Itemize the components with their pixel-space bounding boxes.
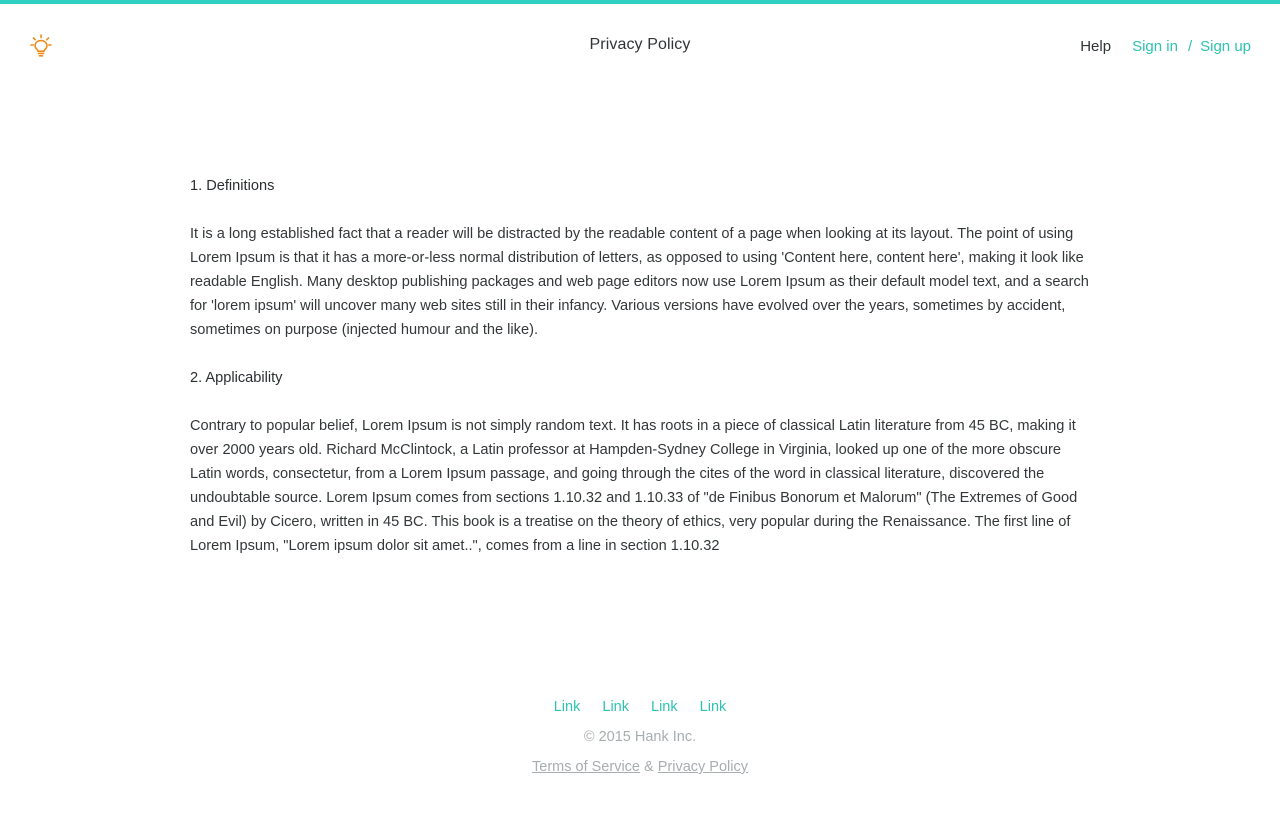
- help-link[interactable]: Help: [1080, 38, 1111, 55]
- section-body-definitions: It is a long established fact that a rea…: [190, 226, 1089, 338]
- terms-of-service-link[interactable]: Terms of Service: [532, 759, 640, 775]
- ampersand: &: [644, 759, 654, 775]
- sign-up-link[interactable]: Sign up: [1200, 38, 1251, 55]
- section-heading-definitions: 1. Definitions: [190, 178, 275, 194]
- privacy-policy-link[interactable]: Privacy Policy: [658, 759, 748, 775]
- footer-links: Link Link Link Link: [0, 696, 1280, 718]
- section-body-applicability: Contrary to popular belief, Lorem Ipsum …: [190, 418, 1078, 554]
- policy-content: 1. Definitions It is a long established …: [190, 174, 1095, 582]
- footer-link-3[interactable]: Link: [651, 699, 678, 715]
- footer-link-1[interactable]: Link: [554, 699, 581, 715]
- sign-in-link[interactable]: Sign in: [1132, 38, 1178, 55]
- footer: Link Link Link Link © 2015 Hank Inc. Ter…: [0, 696, 1280, 778]
- legal-links: Terms of Service & Privacy Policy: [0, 756, 1280, 778]
- section-heading-applicability: 2. Applicability: [190, 370, 283, 386]
- header: Privacy Policy Help Sign in / Sign up: [0, 4, 1280, 84]
- nav-separator: /: [1187, 38, 1193, 55]
- footer-link-2[interactable]: Link: [602, 699, 629, 715]
- copyright-text: © 2015 Hank Inc.: [583, 729, 697, 745]
- top-nav: Help Sign in / Sign up: [1080, 38, 1251, 55]
- footer-link-4[interactable]: Link: [700, 699, 727, 715]
